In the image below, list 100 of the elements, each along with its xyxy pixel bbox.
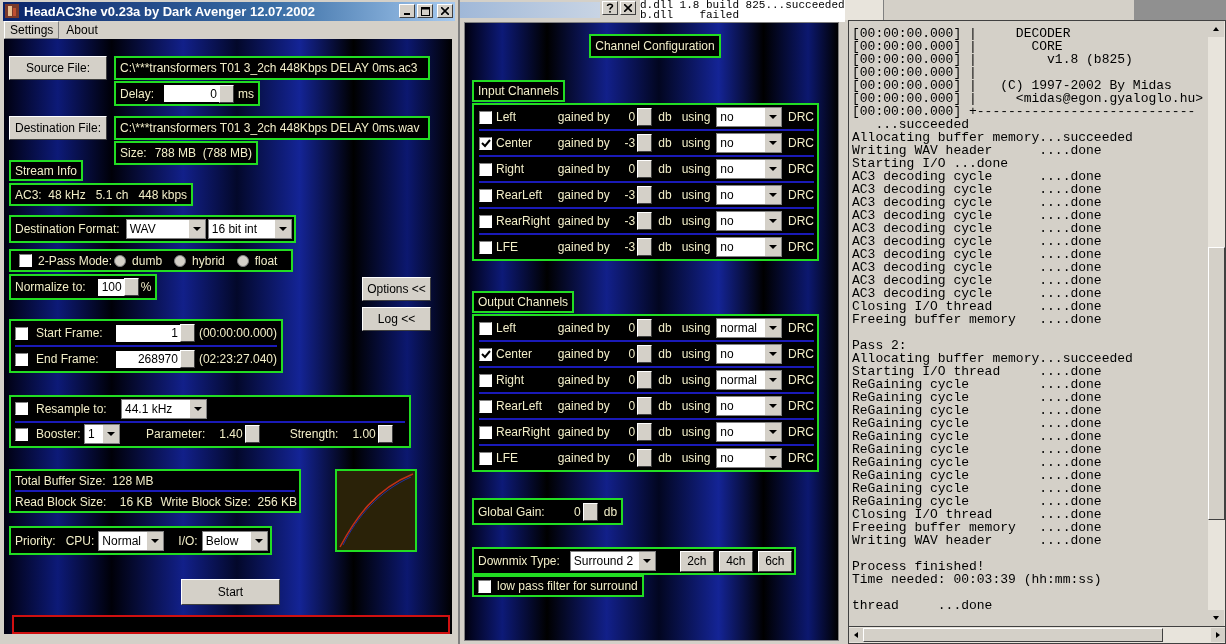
checkbox[interactable] bbox=[479, 214, 492, 228]
checkbox[interactable] bbox=[19, 254, 32, 267]
field-label: DRC bbox=[788, 347, 814, 361]
checkbox[interactable] bbox=[479, 162, 492, 176]
dropdown[interactable]: no bbox=[716, 237, 782, 257]
close-button[interactable] bbox=[437, 4, 453, 19]
toggle-button[interactable]: Log << bbox=[362, 307, 431, 331]
dropdown[interactable]: no bbox=[716, 159, 782, 179]
source-file-button[interactable]: Source File: bbox=[9, 56, 107, 80]
strength-value: 1.00 bbox=[352, 427, 376, 442]
menu-item[interactable]: Settings bbox=[4, 20, 60, 39]
channel-button[interactable]: 6ch bbox=[757, 550, 792, 572]
dropdown[interactable]: no bbox=[716, 344, 782, 364]
dropdown[interactable]: Surround 2 bbox=[569, 551, 656, 571]
checkbox[interactable] bbox=[479, 451, 492, 465]
dropdown[interactable]: no bbox=[716, 107, 782, 127]
dropdown[interactable]: Normal bbox=[98, 530, 165, 551]
spin-button[interactable] bbox=[219, 84, 234, 103]
scroll-down-icon[interactable] bbox=[1208, 610, 1224, 626]
radio-button[interactable] bbox=[114, 254, 127, 267]
checkbox[interactable] bbox=[479, 347, 492, 361]
start-button[interactable]: Start bbox=[181, 579, 280, 605]
dropdown[interactable]: no bbox=[716, 211, 782, 231]
gain-value: 0 bbox=[627, 321, 636, 335]
checkbox[interactable] bbox=[479, 240, 492, 254]
toggle-button[interactable]: Options << bbox=[362, 277, 431, 301]
spin-button[interactable] bbox=[637, 397, 653, 415]
spin-button[interactable] bbox=[637, 371, 653, 389]
spin-button[interactable] bbox=[582, 502, 598, 521]
horizontal-scrollbar[interactable] bbox=[848, 626, 1226, 644]
dropdown[interactable]: no bbox=[716, 185, 782, 205]
spin-button[interactable] bbox=[637, 160, 653, 178]
field-label: DRC bbox=[788, 399, 814, 413]
unit-label: db bbox=[603, 504, 618, 519]
radio-button[interactable] bbox=[236, 254, 249, 267]
checkbox[interactable] bbox=[479, 399, 492, 413]
checkbox[interactable] bbox=[15, 326, 28, 340]
spin-button[interactable] bbox=[244, 425, 260, 444]
minimize-button[interactable] bbox=[399, 4, 415, 19]
gain-value: -3 bbox=[623, 214, 636, 228]
spin-button[interactable] bbox=[637, 212, 653, 230]
dropdown[interactable]: 16 bit int bbox=[207, 219, 292, 239]
caret-icon bbox=[764, 108, 781, 126]
scroll-right-icon[interactable] bbox=[1211, 628, 1225, 642]
scroll-thumb[interactable] bbox=[1208, 247, 1225, 520]
spin-button[interactable] bbox=[637, 108, 653, 126]
dropdown[interactable]: no bbox=[716, 396, 782, 416]
help-button[interactable] bbox=[602, 1, 618, 15]
spin-button[interactable] bbox=[637, 238, 653, 256]
checkbox[interactable] bbox=[479, 110, 492, 124]
number-field[interactable]: 1 bbox=[116, 324, 180, 342]
spin-button[interactable] bbox=[637, 345, 653, 363]
dropdown[interactable]: no bbox=[716, 133, 782, 153]
checkbox[interactable] bbox=[479, 136, 492, 150]
scroll-up-icon[interactable] bbox=[1208, 21, 1224, 37]
dropdown[interactable]: normal bbox=[716, 318, 782, 338]
channel-name: Right bbox=[496, 373, 525, 387]
dropdown[interactable]: normal bbox=[716, 370, 782, 390]
checkbox[interactable] bbox=[479, 425, 492, 439]
radio-button[interactable] bbox=[174, 254, 187, 267]
number-field[interactable]: 100 bbox=[97, 278, 124, 296]
scroll-left-icon[interactable] bbox=[849, 628, 863, 642]
dropdown[interactable]: Below bbox=[201, 530, 268, 551]
log-line: Starting I/O ...done bbox=[852, 157, 1010, 170]
spin-button[interactable] bbox=[637, 423, 653, 441]
caret-icon bbox=[187, 220, 205, 238]
spin-button[interactable] bbox=[377, 425, 393, 444]
dropdown[interactable]: 1 bbox=[84, 424, 120, 445]
spin-button[interactable] bbox=[637, 186, 653, 204]
maximize-icon bbox=[420, 6, 430, 16]
scroll-thumb[interactable] bbox=[863, 628, 1163, 642]
spin-button[interactable] bbox=[637, 449, 653, 467]
close-button[interactable] bbox=[620, 1, 636, 15]
number-field[interactable]: 0 bbox=[164, 85, 219, 102]
checkbox[interactable] bbox=[479, 321, 492, 335]
checkbox[interactable] bbox=[479, 188, 492, 202]
checkbox[interactable] bbox=[15, 427, 28, 441]
maximize-button[interactable] bbox=[417, 4, 433, 19]
vertical-scrollbar[interactable] bbox=[1208, 21, 1225, 626]
field-label: gained by bbox=[557, 188, 611, 202]
caret-icon bbox=[637, 552, 655, 570]
menu-item[interactable]: About bbox=[61, 21, 103, 38]
log-line: [00:00:00.000] | <midas@egon.gyaloglo.hu> bbox=[852, 92, 1205, 105]
checkbox[interactable] bbox=[15, 402, 28, 416]
gain-value: 0 bbox=[627, 110, 636, 124]
log-line: thread ...done bbox=[852, 599, 994, 612]
number-field[interactable]: 268970 bbox=[116, 350, 180, 368]
channel-button[interactable]: 4ch bbox=[718, 550, 753, 572]
destination-file-button[interactable]: Destination File: bbox=[9, 116, 107, 140]
dropdown[interactable]: 44.1 kHz bbox=[121, 398, 207, 419]
checkbox[interactable] bbox=[479, 373, 492, 387]
dropdown[interactable]: no bbox=[716, 448, 782, 468]
checkbox[interactable] bbox=[15, 352, 28, 366]
checkbox[interactable] bbox=[478, 579, 491, 593]
dropdown[interactable]: WAV bbox=[125, 219, 206, 239]
channel-button[interactable]: 2ch bbox=[679, 550, 714, 572]
log-line: ReGaining cycle ....done bbox=[852, 391, 1103, 404]
spin-button[interactable] bbox=[637, 319, 653, 337]
spin-button[interactable] bbox=[637, 134, 653, 152]
dropdown[interactable]: no bbox=[716, 422, 782, 442]
